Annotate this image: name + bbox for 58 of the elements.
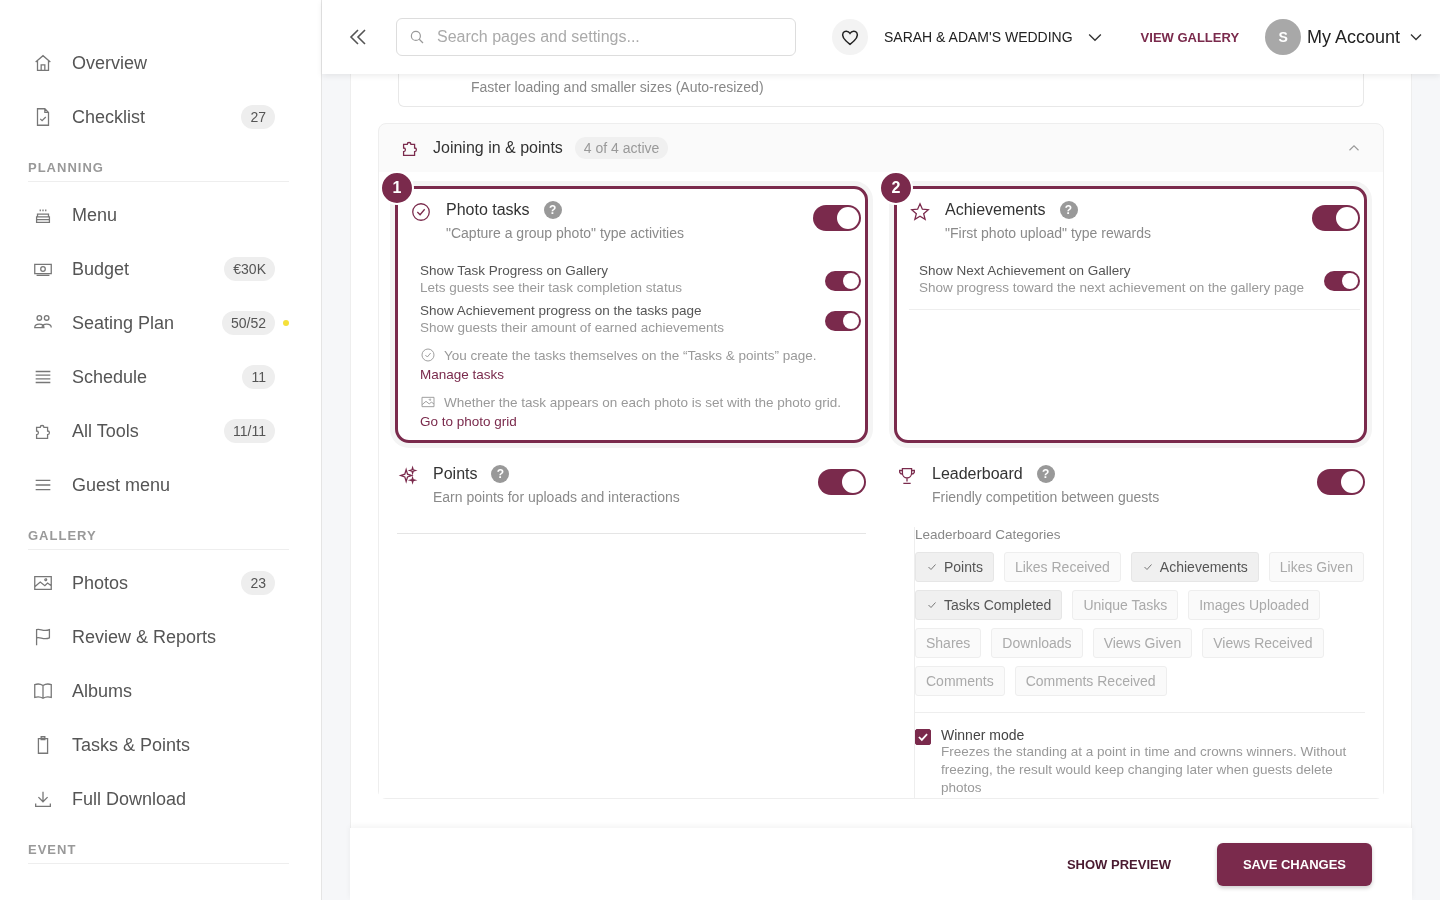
count-badge: 27 — [241, 105, 275, 129]
sidebar-item[interactable]: All Tools 11/11 — [28, 404, 289, 458]
category-chip[interactable]: Points — [915, 552, 994, 582]
option-description: Faster loading and smaller sizes (Auto-resized) — [471, 79, 764, 95]
save-changes-button[interactable]: SAVE CHANGES — [1216, 842, 1372, 886]
show-preview-button[interactable]: SHOW PREVIEW — [1060, 855, 1177, 873]
feature-title: Points — [433, 465, 478, 483]
section-heading: PLANNING — [28, 148, 289, 182]
sidebar-item[interactable]: Review & Reports — [28, 610, 289, 664]
feature-description: Friendly competition between guests — [932, 489, 1161, 505]
avatar: S — [1265, 19, 1302, 55]
sidebar-item[interactable]: Tasks & Points — [28, 718, 289, 772]
feature-title: Achievements — [945, 201, 1046, 219]
section-heading: GALLERY — [28, 516, 289, 550]
sidebar-item[interactable]: Photos 23 — [28, 556, 289, 610]
count-badge: 50/52 — [221, 311, 275, 335]
section-title: Joining in & points — [433, 139, 563, 157]
option-title: Show Achievement progress on the tasks page — [420, 303, 703, 318]
note-link[interactable]: Manage tasks — [420, 367, 505, 382]
count-badge: €30K — [224, 257, 275, 281]
option-description: Show guests their amount of earned achievements — [420, 320, 725, 335]
search-field[interactable]: Search pages and settings... — [396, 18, 796, 56]
section-heading: EVENT — [28, 830, 289, 864]
categories-label: Leaderboard Categories — [915, 527, 1062, 542]
count-badge: 11 — [242, 365, 275, 389]
feature-description: "Capture a group photo" type activities — [446, 225, 685, 241]
feature-description: Earn points for uploads and interactions — [433, 489, 681, 505]
note-text: You create the tasks themselves on the “Tasks & points” page. — [444, 347, 817, 363]
checkbox-description: Freezes the standing at a point in time and crowns winners. Without freezing, the result would keep changing later when guests delete photos — [941, 743, 1348, 798]
event-selector[interactable]: SARAH & ADAM'S WEDDING — [878, 26, 1111, 48]
sidebar-item[interactable]: Albums — [28, 664, 289, 718]
count-badge: 23 — [241, 571, 275, 595]
step-marker: 1 — [380, 171, 414, 205]
note-link[interactable]: Go to photo grid — [420, 414, 517, 429]
sidebar-item[interactable]: Overview — [28, 36, 289, 90]
category-chip[interactable]: Achievements — [1130, 552, 1259, 582]
option-description: Show progress toward the next achievement on the gallery page — [919, 280, 1305, 295]
option-title: Show Task Progress on Gallery — [420, 263, 610, 278]
option-title: Show Next Achievement on Gallery — [919, 263, 1132, 278]
view-gallery-link[interactable]: VIEW GALLERY — [1140, 29, 1240, 45]
sidebar-item[interactable]: Full Download — [28, 772, 289, 826]
category-chip[interactable]: Tasks Completed — [915, 590, 1063, 620]
count-badge: 11/11 — [224, 419, 275, 443]
account-menu[interactable]: S My Account — [1259, 18, 1433, 56]
sidebar-item[interactable]: Checklist 27 — [28, 90, 289, 144]
sidebar-item[interactable]: Guest menu — [28, 458, 289, 512]
step-marker: 2 — [879, 171, 913, 205]
sidebar-item[interactable]: Budget €30K — [28, 242, 289, 296]
sidebar-item[interactable]: Seating Plan 50/52 — [28, 296, 289, 350]
active-count-badge: 4 of 4 active — [574, 137, 669, 159]
feature-description: "First photo upload" type rewards — [945, 225, 1153, 241]
feature-title: Leaderboard — [932, 465, 1023, 483]
sidebar-item[interactable]: Schedule 11 — [28, 350, 289, 404]
note-text: Whether the task appears on each photo is set with the photo grid. — [444, 394, 841, 410]
option-description: Lets guests see their task completion status — [420, 280, 683, 295]
sidebar-item[interactable]: Menu — [28, 188, 289, 242]
checkbox-label: Winner mode — [941, 727, 1026, 743]
feature-title: Photo tasks — [446, 201, 530, 219]
